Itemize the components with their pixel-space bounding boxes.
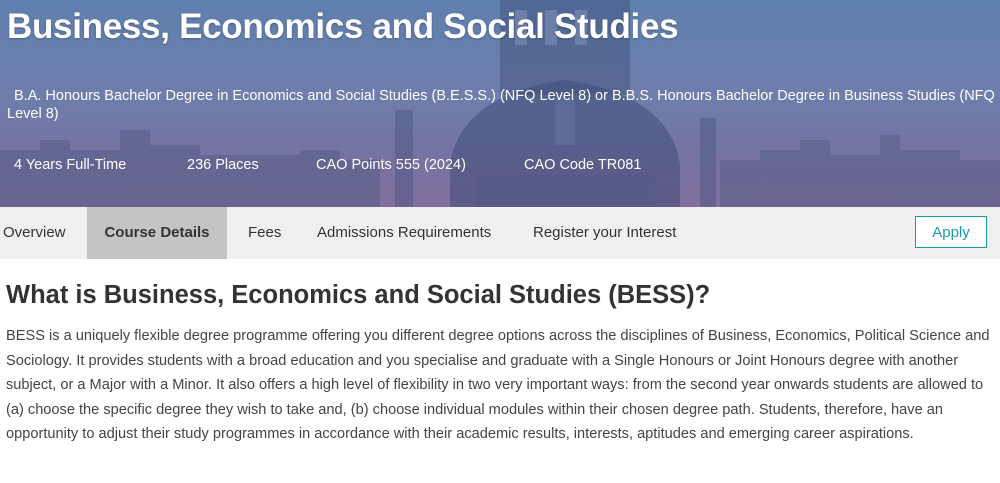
course-tab-bar: Overview Course Details Fees Admissions … <box>0 207 1000 259</box>
cao-code-fact: CAO Code TR081 <box>524 157 642 173</box>
tab-course-details[interactable]: Course Details <box>87 207 227 259</box>
tab-register-interest[interactable]: Register your Interest <box>533 207 676 259</box>
cao-points-fact: CAO Points 555 (2024) <box>316 157 466 173</box>
degree-subtitle: B.A. Honours Bachelor Degree in Economic… <box>7 88 995 122</box>
page-title: Business, Economics and Social Studies <box>7 7 679 46</box>
section-body-text: BESS is a uniquely flexible degree progr… <box>6 328 990 443</box>
tab-overview[interactable]: Overview <box>3 207 66 259</box>
hero-banner: Business, Economics and Social Studies B… <box>0 0 1000 207</box>
places-fact: 236 Places <box>187 157 259 173</box>
course-details-section: What is Business, Economics and Social S… <box>0 259 1000 447</box>
duration-fact: 4 Years Full-Time <box>14 157 127 173</box>
tab-fees[interactable]: Fees <box>248 207 281 259</box>
tab-admissions-requirements[interactable]: Admissions Requirements <box>317 207 491 259</box>
course-facts: 4 Years Full-Time 236 Places CAO Points … <box>0 157 1000 177</box>
apply-button[interactable]: Apply <box>915 216 987 248</box>
section-heading: What is Business, Economics and Social S… <box>6 281 711 309</box>
